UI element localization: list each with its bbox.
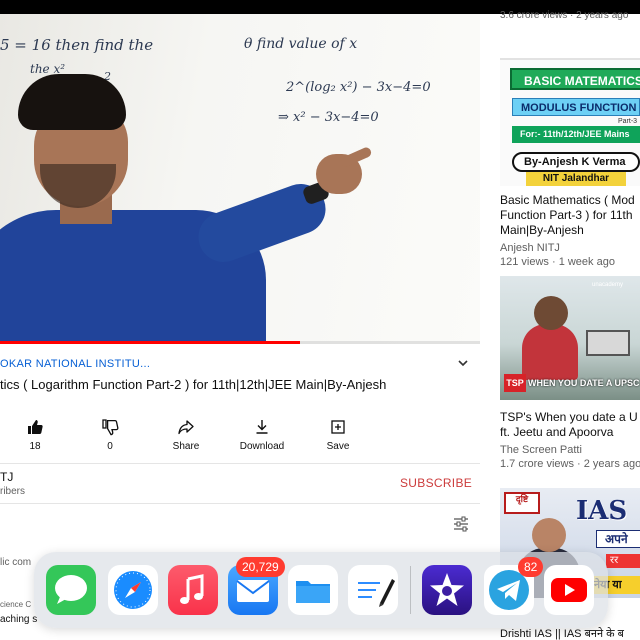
messages-icon	[55, 575, 87, 604]
whiteboard-text-2: θ find value of x	[244, 36, 358, 52]
progress-bar[interactable]	[0, 341, 300, 344]
thumbs-down-icon	[80, 418, 140, 436]
messages-app[interactable]	[46, 565, 96, 615]
laptop-icon	[586, 330, 630, 356]
divider	[0, 503, 480, 504]
filter-settings-icon[interactable]	[452, 515, 470, 533]
thumb-line-3: रर	[606, 554, 640, 568]
dock-separator	[410, 566, 411, 614]
download-button[interactable]: Download	[232, 418, 292, 452]
related-title-2-line-2[interactable]: ft. Jeetu and Apoorva	[500, 425, 640, 440]
mail-badge: 20,729	[236, 557, 285, 577]
download-icon	[232, 418, 292, 436]
related-channel-1: Anjesh NITJ	[500, 242, 560, 254]
freeform-app[interactable]	[348, 565, 398, 615]
share-label: Share	[172, 441, 200, 452]
related-title-3[interactable]: Drishti IAS || IAS बनने के ब	[500, 626, 624, 640]
compass-icon	[114, 571, 152, 609]
related-thumbnail-2[interactable]: unacademy TSP WHEN YOU DATE A UPSC AS	[500, 276, 640, 400]
music-app[interactable]	[168, 565, 218, 615]
related-meta-1: 121 views · 1 week ago	[500, 256, 615, 268]
related-title-1-line-1[interactable]: Basic Mathematics ( Mod	[500, 193, 640, 208]
download-label: Download	[239, 441, 285, 452]
thumb-line-2: अपने	[596, 530, 640, 548]
subscribe-button[interactable]: SUBSCRIBE	[400, 476, 472, 490]
video-player[interactable]: 5 = 16 then find the θ find value of x 2…	[0, 14, 480, 344]
whiteboard-text-4: ⇒ x² − 3x−4=0	[278, 110, 379, 125]
folder-icon	[296, 581, 330, 603]
screen: 5 = 16 then find the θ find value of x 2…	[0, 0, 640, 640]
telegram-badge: 82	[518, 557, 544, 577]
chevron-down-icon[interactable]	[456, 356, 470, 370]
like-button[interactable]: 18	[5, 418, 65, 452]
thumb-person-head	[534, 296, 568, 330]
subscriber-count: ribers	[0, 486, 26, 497]
whiteboard-text-1: 5 = 16 then find the	[0, 36, 154, 54]
related-meta-2: 1.7 crore views · 2 years ago	[500, 458, 640, 470]
channel-name[interactable]: TJ	[0, 470, 13, 484]
description-snippet-2: aching s	[0, 614, 38, 625]
thumb-institute: NIT Jalandhar	[526, 172, 626, 186]
thumb-big-text: IAS	[576, 496, 628, 526]
thumb-person-head	[532, 518, 566, 552]
imovie-app[interactable]	[422, 565, 472, 615]
description-snippet: cience C	[0, 600, 32, 609]
related-meta-top: 3.6 crore views · 2 years ago	[500, 10, 629, 21]
save-button[interactable]: Save	[308, 418, 368, 452]
thumb-caption: WHEN YOU DATE A UPSC AS	[528, 378, 640, 388]
youtube-play-icon	[551, 578, 587, 602]
safari-app[interactable]	[108, 565, 158, 615]
thumb-logo: दृष्टि	[504, 492, 540, 514]
whiteboard-text-3: 2^(log₂ x²) − 3x−4=0	[286, 80, 431, 95]
dislike-button[interactable]: 0	[80, 418, 140, 452]
related-title-2-line-1[interactable]: TSP's When you date a U	[500, 410, 640, 425]
related-channel-2: The Screen Patti	[500, 444, 582, 456]
related-thumbnail-1[interactable]: BASIC MATEMATICS MODULUS FUNCTION Part-3…	[500, 58, 640, 186]
thumb-part: Part-3	[618, 118, 638, 125]
action-bar: 18 0 Share Download Save	[0, 418, 480, 458]
share-button[interactable]: Share	[156, 418, 216, 452]
save-label: Save	[326, 441, 350, 452]
presenter-hair	[18, 74, 126, 130]
channel-line[interactable]: OKAR NATIONAL INSTITU...	[0, 358, 150, 370]
music-note-icon	[180, 574, 204, 604]
thumb-person-body	[522, 324, 578, 380]
thumb-logo: unacademy	[592, 282, 624, 288]
thumb-tag: TSP	[504, 374, 526, 392]
thumb-for: For:- 11th/12th/JEE Mains	[512, 126, 640, 143]
youtube-app[interactable]	[544, 565, 594, 615]
app-dock: 20,729 82	[34, 552, 608, 628]
star-icon	[430, 573, 464, 606]
thumbs-up-icon	[5, 418, 65, 436]
related-title-1-line-2[interactable]: Function Part-3 ) for 11th	[500, 208, 640, 223]
divider	[0, 463, 480, 464]
related-title-1-line-3[interactable]: Main|By-Anjesh	[500, 223, 640, 238]
comments-preview[interactable]: lic com	[0, 557, 31, 568]
video-title[interactable]: tics ( Logarithm Function Part-2 ) for 1…	[0, 377, 386, 392]
thumb-topic: MODULUS FUNCTION	[512, 98, 640, 116]
share-icon	[156, 418, 216, 436]
files-app[interactable]	[288, 565, 338, 615]
pencil-notes-icon	[358, 579, 395, 607]
like-count: 18	[29, 441, 41, 452]
dislike-count: 0	[107, 441, 113, 452]
thumb-author: By-Anjesh K Verma	[512, 152, 640, 172]
save-icon	[308, 418, 368, 436]
thumb-banner: BASIC MATEMATICS	[510, 68, 640, 90]
